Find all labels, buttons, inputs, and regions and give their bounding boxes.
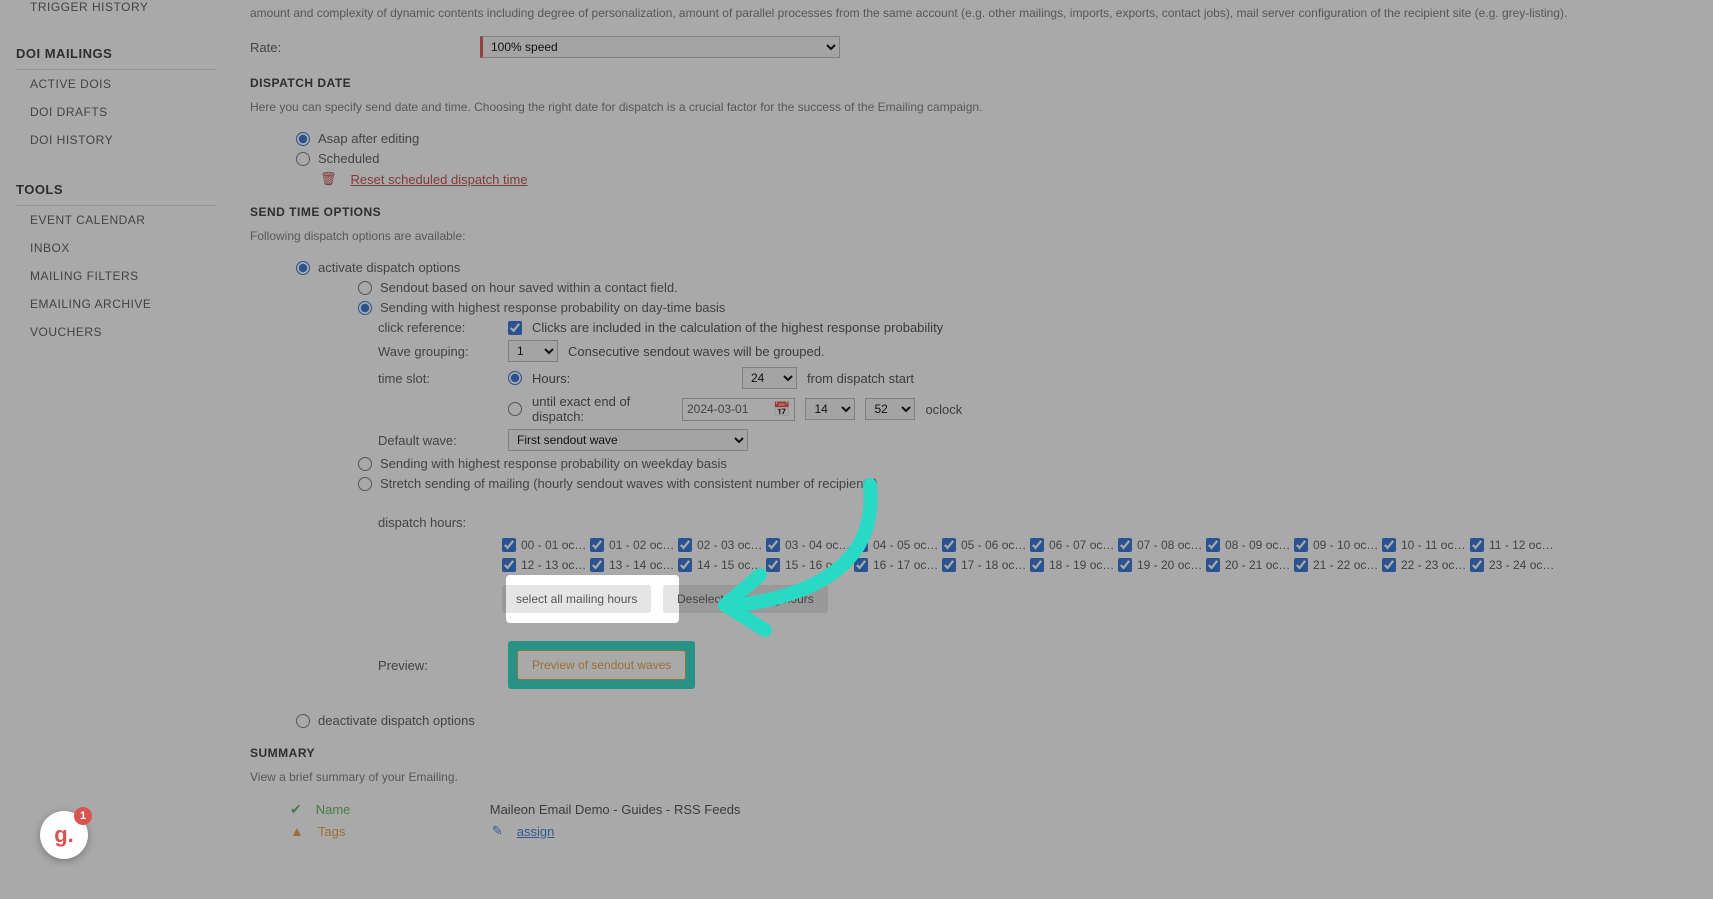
sidebar-item-inbox[interactable]: INBOX (16, 234, 216, 262)
dispatch-date-desc: Here you can specify send date and time.… (250, 94, 1693, 126)
radio-hours[interactable] (508, 371, 522, 385)
click-ref-checkbox[interactable] (508, 321, 522, 335)
dispatch-date-heading: DISPATCH DATE (250, 76, 1693, 90)
radio-activate-dispatch[interactable] (296, 261, 310, 275)
deselect-all-button[interactable]: Deselect all mailing hours (663, 585, 828, 613)
radio-hour-contact[interactable] (358, 281, 372, 295)
notification-count: 1 (74, 807, 92, 825)
radio-asap-label: Asap after editing (318, 131, 419, 146)
sidebar-item-vouchers[interactable]: VOUCHERS (16, 318, 216, 346)
sidebar-section-tools: TOOLS (16, 172, 216, 206)
hour-checkbox-2[interactable]: 02 - 03 oc… (678, 538, 766, 552)
assign-link[interactable]: assign (517, 824, 555, 839)
hours-select[interactable]: 24 (742, 367, 797, 389)
hour-checkbox-11[interactable]: 11 - 12 oc… (1470, 538, 1558, 552)
preview-label: Preview: (378, 658, 498, 673)
hour-checkbox-18[interactable]: 18 - 19 oc… (1030, 558, 1118, 572)
hour-checkbox-20[interactable]: 20 - 21 oc… (1206, 558, 1294, 572)
rate-select[interactable]: 100% speed (480, 36, 840, 58)
preview-sendout-button[interactable]: Preview of sendout waves (517, 650, 686, 680)
hour-checkbox-12[interactable]: 12 - 13 oc… (502, 558, 590, 572)
send-time-desc: Following dispatch options are available… (250, 223, 1693, 255)
hour-checkbox-7[interactable]: 07 - 08 oc… (1118, 538, 1206, 552)
hour-checkbox-14[interactable]: 14 - 15 oc… (678, 558, 766, 572)
hour-checkbox-1[interactable]: 01 - 02 oc… (590, 538, 678, 552)
timeslot-label: time slot: (378, 371, 498, 386)
wave-label: Wave grouping: (378, 344, 498, 359)
hour-checkbox-19[interactable]: 19 - 20 oc… (1118, 558, 1206, 572)
sidebar-item-active-dois[interactable]: ACTIVE DOIS (16, 70, 216, 98)
avatar-letter: g. (54, 822, 74, 848)
radio-daytime-label: Sending with highest response probabilit… (380, 300, 725, 315)
hour-checkbox-8[interactable]: 08 - 09 oc… (1206, 538, 1294, 552)
radio-activate-label: activate dispatch options (318, 260, 460, 275)
hour-checkbox-13[interactable]: 13 - 14 oc… (590, 558, 678, 572)
avatar-badge[interactable]: g. 1 (40, 811, 88, 859)
hour-checkbox-10[interactable]: 10 - 11 oc… (1382, 538, 1470, 552)
hour-checkbox-16[interactable]: 16 - 17 oc… (854, 558, 942, 572)
sidebar-item-emailing-archive[interactable]: EMAILING ARCHIVE (16, 290, 216, 318)
dispatch-hours-label: dispatch hours: (378, 515, 498, 530)
hour-checkbox-5[interactable]: 05 - 06 oc… (942, 538, 1030, 552)
radio-weekday-label: Sending with highest response probabilit… (380, 456, 727, 471)
summary-heading: SUMMARY (250, 746, 1693, 760)
hour-checkbox-4[interactable]: 04 - 05 oc… (854, 538, 942, 552)
calendar-icon: 📅 (773, 401, 790, 418)
radio-scheduled-label: Scheduled (318, 151, 379, 166)
edit-icon[interactable]: ✎ (492, 823, 503, 839)
click-ref-label: click reference: (378, 320, 498, 335)
sidebar-item-mailing-filters[interactable]: MAILING FILTERS (16, 262, 216, 290)
hour-checkbox-15[interactable]: 15 - 16 oc… (766, 558, 854, 572)
rate-label: Rate: (250, 40, 480, 55)
summary-name-label: Name (316, 802, 476, 817)
radio-deactivate[interactable] (296, 714, 310, 728)
radio-scheduled[interactable] (296, 152, 310, 166)
hour-checkbox-23[interactable]: 23 - 24 oc… (1470, 558, 1558, 572)
rate-desc: amount and complexity of dynamic content… (250, 0, 1693, 32)
hour-checkbox-17[interactable]: 17 - 18 oc… (942, 558, 1030, 572)
reset-dispatch-link[interactable]: Reset scheduled dispatch time (351, 172, 528, 187)
sidebar-item-event-calendar[interactable]: EVENT CALENDAR (16, 206, 216, 234)
radio-hour-contact-label: Sendout based on hour saved within a con… (380, 280, 678, 295)
until-hour[interactable]: 14 (805, 398, 855, 420)
hour-checkbox-22[interactable]: 22 - 23 oc… (1382, 558, 1470, 572)
check-icon: ✔ (290, 801, 302, 818)
hour-checkbox-9[interactable]: 09 - 10 oc… (1294, 538, 1382, 552)
sidebar-item-doi-history[interactable]: DOI HISTORY (16, 126, 216, 154)
sidebar-item-trigger-history[interactable]: TRIGGER HISTORY (16, 0, 216, 18)
date-field[interactable] (687, 402, 767, 416)
hour-checkbox-0[interactable]: 00 - 01 oc… (502, 538, 590, 552)
default-wave-select[interactable]: First sendout wave (508, 429, 748, 451)
summary-tags-label: Tags (318, 824, 478, 839)
trash-icon: 🗑 (320, 171, 337, 187)
summary-desc: View a brief summary of your Emailing. (250, 764, 1693, 796)
until-min[interactable]: 52 (865, 398, 915, 420)
click-ref-text: Clicks are included in the calculation o… (532, 320, 943, 335)
sidebar-section-doi: DOI MAILINGS (16, 36, 216, 70)
wave-text: Consecutive sendout waves will be groupe… (568, 344, 825, 359)
radio-until-label: until exact end of dispatch: (532, 394, 672, 424)
radio-daytime[interactable] (358, 301, 372, 315)
hour-checkbox-6[interactable]: 06 - 07 oc… (1030, 538, 1118, 552)
radio-until[interactable] (508, 402, 522, 416)
radio-stretch-label: Stretch sending of mailing (hourly sendo… (380, 476, 878, 491)
send-time-heading: SEND TIME OPTIONS (250, 205, 1693, 219)
hour-checkbox-3[interactable]: 03 - 04 oc… (766, 538, 854, 552)
sidebar-item-doi-drafts[interactable]: DOI DRAFTS (16, 98, 216, 126)
oclock: oclock (925, 402, 962, 417)
default-wave-label: Default wave: (378, 433, 498, 448)
wave-select[interactable]: 1 (508, 340, 558, 362)
hour-checkbox-21[interactable]: 21 - 22 oc… (1294, 558, 1382, 572)
hours-suffix: from dispatch start (807, 371, 914, 386)
warn-icon: ▲ (290, 823, 304, 839)
summary-name-value: Maileon Email Demo - Guides - RSS Feeds (490, 802, 741, 817)
radio-deactivate-label: deactivate dispatch options (318, 713, 475, 728)
radio-asap[interactable] (296, 132, 310, 146)
radio-stretch[interactable] (358, 477, 372, 491)
date-input[interactable]: 📅 (682, 398, 795, 421)
radio-hours-label: Hours: (532, 371, 732, 386)
radio-weekday[interactable] (358, 457, 372, 471)
